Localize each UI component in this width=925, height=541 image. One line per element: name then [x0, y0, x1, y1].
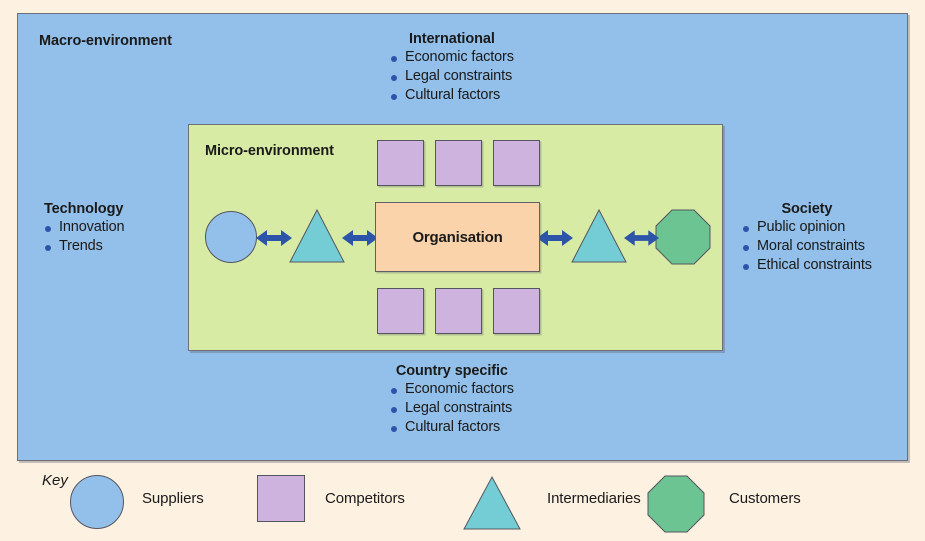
bullet-list: Public opinion Moral constraints Ethical…	[742, 218, 872, 275]
competitor-square-icon	[377, 288, 424, 334]
intermediaries-triangle-icon	[463, 475, 521, 530]
key-legend: Key Suppliers Competitors Intermediaries…	[17, 462, 908, 537]
bullet-group-technology: Technology Innovation Trends	[44, 201, 125, 256]
competitor-square-icon	[435, 140, 482, 186]
diagram-canvas: Macro-environment Micro-environment Inte…	[0, 0, 925, 541]
intermediaries-triangle-icon	[571, 208, 627, 263]
customers-octagon-icon	[655, 209, 711, 265]
bullet-item: Legal constraints	[390, 67, 514, 86]
double-arrow-icon	[256, 230, 292, 246]
bullet-group-title: International	[409, 31, 495, 47]
bullet-item: Economic factors	[390, 380, 514, 399]
competitor-square-icon	[493, 140, 540, 186]
competitor-square-icon	[493, 288, 540, 334]
competitor-square-icon	[257, 475, 305, 522]
macro-environment-title: Macro-environment	[39, 33, 172, 49]
intermediaries-triangle-icon	[289, 208, 345, 263]
bullet-item: Economic factors	[390, 48, 514, 67]
bullet-item: Legal constraints	[390, 399, 514, 418]
bullet-group-title: Country specific	[395, 363, 508, 379]
key-entry-label: Competitors	[325, 490, 405, 507]
organisation-box: Organisation	[375, 202, 540, 272]
competitor-square-icon	[377, 140, 424, 186]
suppliers-circle-icon	[70, 475, 124, 529]
bullet-list: Innovation Trends	[44, 218, 125, 256]
double-arrow-icon	[537, 230, 573, 246]
bullet-item: Public opinion	[742, 218, 872, 237]
double-arrow-icon	[624, 230, 659, 246]
customers-octagon-icon	[647, 475, 705, 533]
bullet-group-international: International Economic factors Legal con…	[390, 31, 514, 105]
organisation-label: Organisation	[412, 228, 503, 246]
bullet-group-country-specific: Country specific Economic factors Legal …	[390, 363, 514, 437]
bullet-item: Trends	[44, 237, 124, 256]
suppliers-circle-icon	[205, 211, 257, 263]
double-arrow-icon	[342, 230, 378, 246]
bullet-item: Ethical constraints	[742, 256, 872, 275]
competitor-square-icon	[435, 288, 482, 334]
bullet-item: Moral constraints	[742, 237, 872, 256]
key-entry-label: Customers	[729, 490, 801, 507]
bullet-item: Innovation	[44, 218, 125, 237]
key-entry-label: Suppliers	[142, 490, 204, 507]
bullet-group-society: Society Public opinion Moral constraints…	[742, 201, 872, 275]
bullet-group-title: Society	[781, 201, 833, 217]
micro-environment-title: Micro-environment	[205, 143, 334, 159]
key-entry-label: Intermediaries	[547, 490, 641, 507]
bullet-list: Economic factors Legal constraints Cultu…	[390, 48, 514, 105]
key-title: Key	[42, 472, 68, 489]
bullet-group-title: Technology	[44, 201, 124, 217]
bullet-list: Economic factors Legal constraints Cultu…	[390, 380, 514, 437]
bullet-item: Cultural factors	[390, 86, 514, 105]
bullet-item: Cultural factors	[390, 418, 514, 437]
